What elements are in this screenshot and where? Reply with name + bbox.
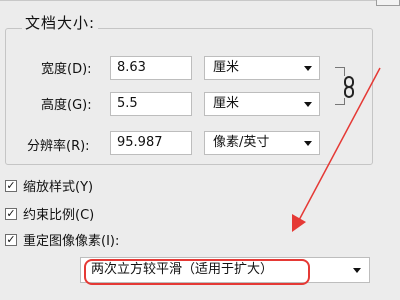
scale-styles-option[interactable]: ✓ 缩放样式(Y) <box>5 176 93 195</box>
resample-image-option[interactable]: ✓ 重定图像像素(I): <box>5 230 119 249</box>
resolution-label: 分辨率(R): <box>27 139 90 154</box>
resample-image-checkbox[interactable]: ✓ <box>5 233 17 246</box>
constrain-proportions-checkbox[interactable]: ✓ <box>5 207 17 220</box>
resolution-input[interactable]: 95.987 <box>110 131 192 155</box>
scale-styles-label: 缩放样式(Y) <box>23 180 94 195</box>
constrain-proportions-label: 约束比例(C) <box>23 208 95 223</box>
width-label: 宽度(D): <box>41 62 92 77</box>
resample-image-label: 重定图像像素(I): <box>23 234 120 249</box>
height-unit-value: 厘米 <box>213 96 240 111</box>
constrain-proportions-option[interactable]: ✓ 约束比例(C) <box>5 204 94 223</box>
width-unit-value: 厘米 <box>213 60 240 75</box>
resolution-unit-value: 像素/英寸 <box>213 135 270 150</box>
top-right-control <box>376 0 400 6</box>
document-size-title: 文档大小: <box>22 12 99 33</box>
height-input[interactable]: 5.5 <box>110 92 192 116</box>
annotation-arrow <box>292 67 381 232</box>
window-edge <box>0 0 400 1</box>
chevron-down-icon <box>353 268 361 273</box>
scale-styles-checkbox[interactable]: ✓ <box>5 179 17 192</box>
highlight-box <box>84 259 310 285</box>
width-input[interactable]: 8.63 <box>110 56 192 80</box>
height-label: 高度(G): <box>41 98 92 113</box>
